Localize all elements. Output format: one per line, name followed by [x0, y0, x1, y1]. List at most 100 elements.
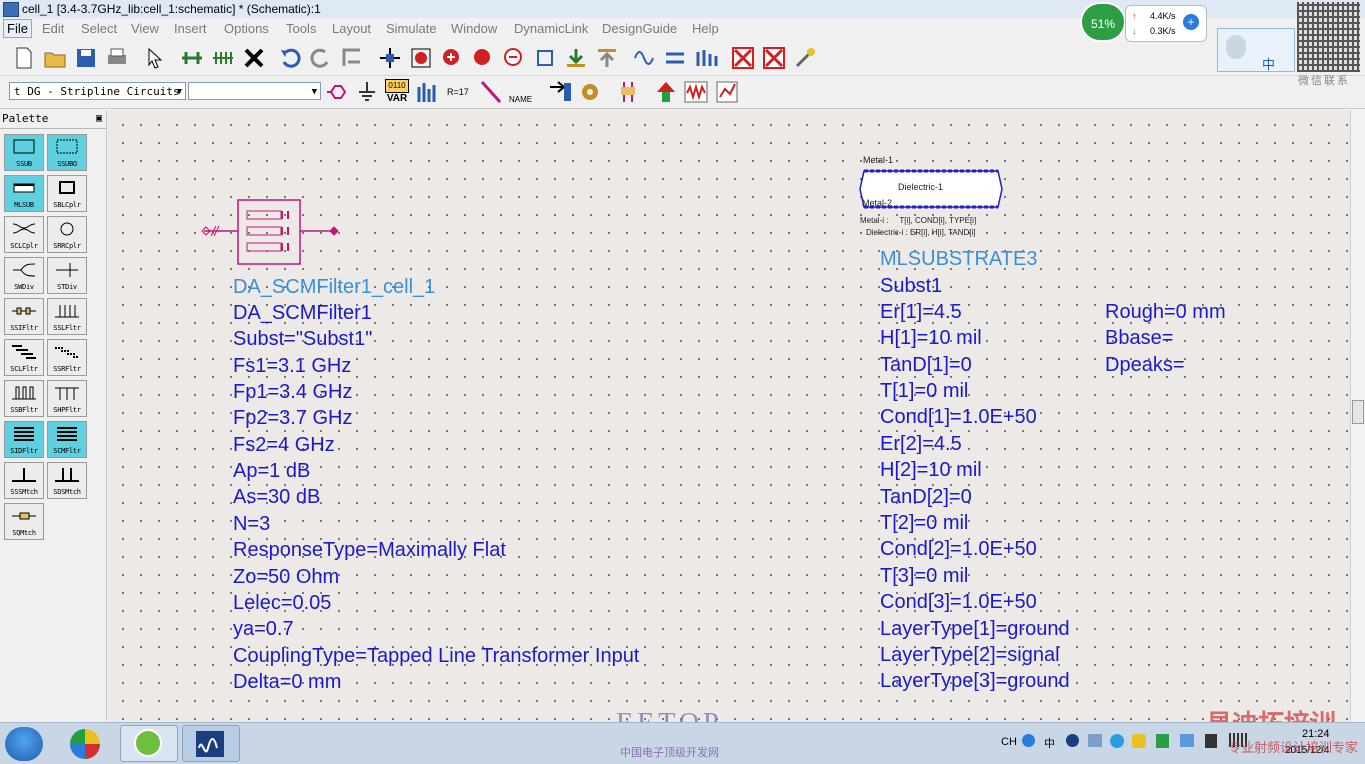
go-up-icon[interactable]: [654, 79, 678, 105]
menu-tools[interactable]: Tools: [286, 18, 316, 39]
menu-window[interactable]: Window: [451, 18, 497, 39]
import-arrow-icon[interactable]: [548, 79, 572, 105]
pop-up-icon[interactable]: [595, 46, 619, 70]
zoom-area-icon[interactable]: [533, 46, 557, 70]
ime-chinese-mode[interactable]: 中: [1262, 54, 1275, 73]
substrate-param[interactable]: T[2]=0 mil: [880, 510, 968, 536]
rotate-icon[interactable]: [340, 46, 364, 70]
palette-item-sqmtch[interactable]: SQMtch: [4, 503, 44, 540]
palette-item-sdsmtch[interactable]: SDSMtch: [47, 462, 87, 499]
menu-help[interactable]: Help: [692, 18, 719, 39]
substrate-param[interactable]: Er[2]=4.5: [880, 431, 962, 457]
memory-usage-badge[interactable]: 51%: [1080, 2, 1126, 42]
tray-shield-icon[interactable]: [1156, 734, 1169, 748]
palette-item-sclfltr[interactable]: SCLFltr: [4, 339, 44, 376]
data-display-icon[interactable]: [716, 79, 740, 105]
taskbar-app-browser[interactable]: [120, 725, 178, 762]
palette-item-ssub[interactable]: SSUB: [4, 134, 44, 171]
ground-icon[interactable]: [355, 79, 379, 105]
substrate-param[interactable]: Bbase=: [1105, 325, 1173, 351]
filter-param[interactable]: Zo=50 Ohm: [233, 564, 339, 590]
save-icon[interactable]: [74, 46, 98, 70]
tray-network-icon[interactable]: [1088, 734, 1102, 747]
menu-select[interactable]: Select: [81, 18, 117, 39]
tray-language[interactable]: CH: [1001, 736, 1017, 748]
menu-layout[interactable]: Layout: [332, 18, 371, 39]
menu-file[interactable]: File: [3, 19, 32, 38]
tray-search-icon[interactable]: [1022, 734, 1035, 747]
insert-pin-icon[interactable]: [211, 46, 235, 70]
tune-icon[interactable]: [663, 46, 687, 70]
tray-security-icon[interactable]: [1132, 734, 1146, 748]
schematic-canvas[interactable]: DA_SCMFilter1_cell_1 DA_SCMFilter1 Subst…: [108, 110, 1350, 722]
filter-param[interactable]: Fs2=4 GHz: [233, 432, 335, 458]
mlsubstrate-symbol[interactable]: Metal-1 Dielectric-1 Metal-2 Metal-i : T…: [858, 155, 1018, 245]
palette-item-ssbfltr[interactable]: SSBFltr: [4, 380, 44, 417]
zoom-2x-icon[interactable]: [471, 46, 495, 70]
gear-icon[interactable]: [578, 79, 602, 105]
move-icon[interactable]: [378, 46, 402, 70]
insert-wire-diagonal-icon[interactable]: [479, 79, 503, 105]
tray-monitor-icon[interactable]: [1180, 734, 1194, 747]
filter-param[interactable]: Lelec=0.05: [233, 590, 331, 616]
combline-filter-symbol[interactable]: [200, 198, 360, 268]
var-equation-button[interactable]: 0110 VAR: [385, 79, 409, 105]
filter-param[interactable]: Fs1=3.1 GHz: [233, 353, 351, 379]
menu-designguide[interactable]: DesignGuide: [602, 18, 677, 39]
substrate-param[interactable]: T[1]=0 mil: [880, 378, 968, 404]
palette-item-sidfltr[interactable]: SIDFltr: [4, 421, 44, 458]
short-icon[interactable]: [762, 46, 786, 70]
filter-instance-name[interactable]: DA_SCMFilter1_cell_1: [233, 274, 435, 300]
palette-item-stdiv[interactable]: STDiv: [47, 257, 87, 294]
open-folder-icon[interactable]: [43, 46, 67, 70]
new-file-icon[interactable]: [12, 46, 36, 70]
redo-icon[interactable]: [309, 46, 333, 70]
print-icon[interactable]: [105, 46, 129, 70]
palette-item-sclcplr[interactable]: SCLCplr: [4, 216, 44, 253]
select-pointer-icon[interactable]: [143, 46, 167, 70]
substrate-param[interactable]: Dpeaks=: [1105, 352, 1185, 378]
filter-param[interactable]: Fp2=3.7 GHz: [233, 405, 353, 431]
palette-item-scmfltr[interactable]: SCMFltr: [47, 421, 87, 458]
palette-item-ssifltr[interactable]: SSIFltr: [4, 298, 44, 335]
palette-item-sblcplr[interactable]: SBLCplr: [47, 175, 87, 212]
filter-param[interactable]: DA_SCMFilter1: [233, 300, 372, 326]
tray-ime-icon[interactable]: 中: [1044, 735, 1055, 751]
pin-icon[interactable]: ▣: [96, 110, 102, 128]
substrate-param[interactable]: Cond[1]=1.0E+50: [880, 404, 1037, 430]
name-icon[interactable]: NAME: [509, 79, 533, 105]
tray-help-icon[interactable]: [1066, 734, 1079, 747]
vertical-scrollbar[interactable]: [1350, 110, 1365, 722]
add-icon[interactable]: +: [1183, 14, 1199, 30]
substrate-param[interactable]: Cond[2]=1.0E+50: [880, 536, 1037, 562]
substrate-param[interactable]: H[2]=10 mil: [880, 457, 982, 483]
substrate-param[interactable]: Rough=0 mm: [1105, 299, 1226, 325]
substrate-param[interactable]: H[1]=10 mil: [880, 325, 982, 351]
filter-param[interactable]: ya=0.7: [233, 616, 294, 642]
substrate-param[interactable]: TanD[2]=0: [880, 484, 972, 510]
zoom-out-icon[interactable]: [502, 46, 526, 70]
filter-param[interactable]: Delta=0 mm: [233, 669, 341, 695]
filter-param[interactable]: CouplingType=Tapped Line Transformer Inp…: [233, 643, 639, 669]
push-down-icon[interactable]: [564, 46, 588, 70]
filter-param[interactable]: ResponseType=Maximally Flat: [233, 537, 506, 563]
palette-item-mlsub[interactable]: MLSUB: [4, 175, 44, 212]
menu-insert[interactable]: Insert: [174, 18, 207, 39]
substrate-instance-name[interactable]: MLSUBSTRATE3: [880, 246, 1037, 272]
substrate-param[interactable]: Cond[3]=1.0E+50: [880, 589, 1037, 615]
palette-item-sslfltr[interactable]: SSLFltr: [47, 298, 87, 335]
component-combo[interactable]: ▼: [188, 82, 321, 100]
palette-item-srrcplr[interactable]: SRRCplr: [47, 216, 87, 253]
substrate-param[interactable]: LayerType[3]=ground: [880, 668, 1070, 694]
undo-icon[interactable]: [278, 46, 302, 70]
palette-item-ssrfltr[interactable]: SSRFltr: [47, 339, 87, 376]
substrate-param[interactable]: LayerType[1]=ground: [880, 616, 1070, 642]
taskbar-app-ads[interactable]: [182, 725, 240, 762]
substrate-param[interactable]: T[3]=0 mil: [880, 563, 968, 589]
waveform-icon[interactable]: [684, 79, 708, 105]
palette-item-shpfltr[interactable]: SHPFltr: [47, 380, 87, 417]
tray-cloud-icon[interactable]: [1110, 734, 1124, 748]
simulate-icon[interactable]: [632, 46, 656, 70]
optimize-icon[interactable]: [694, 46, 718, 70]
palette-item-sssmtch[interactable]: SSSMtch: [4, 462, 44, 499]
